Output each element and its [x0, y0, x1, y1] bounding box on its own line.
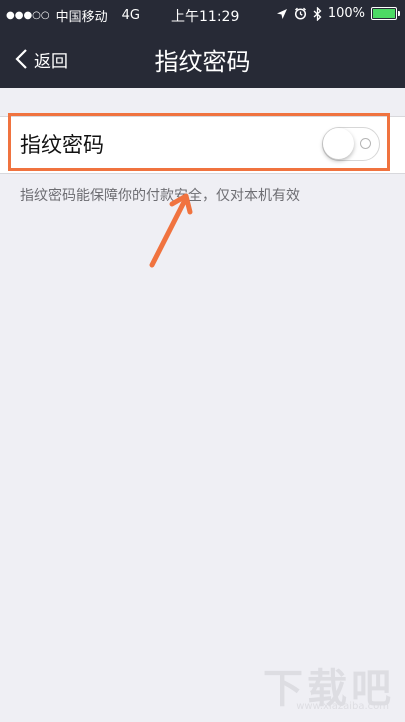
status-bar: ●●●○○ 中国移动 4G 上午11:29 100%: [0, 0, 405, 30]
battery-level: [373, 9, 395, 18]
carrier-name: 中国移动: [55, 10, 108, 25]
status-left: ●●●○○ 中国移动 4G: [6, 6, 140, 25]
fingerprint-password-label: 指纹密码: [20, 133, 104, 157]
battery-icon: [371, 7, 400, 20]
watermark-logo: 下载吧 www.xiazaiba.com: [245, 656, 395, 712]
status-right: 100%: [276, 6, 400, 21]
clock: 上午11:29: [171, 9, 240, 25]
battery-percent: 100%: [327, 6, 365, 21]
page-title: 指纹密码: [154, 48, 251, 76]
top-bar: ●●●○○ 中国移动 4G 上午11:29 100% 返回 指纹密码: [0, 0, 405, 88]
annotation-arrow-icon: [149, 193, 193, 268]
toggle-knob: [323, 128, 354, 159]
signal-strength-icon: ●●●○○: [6, 10, 50, 21]
alarm-icon: [294, 7, 306, 20]
network-type: 4G: [121, 8, 141, 23]
location-icon: [276, 8, 287, 19]
fingerprint-password-toggle[interactable]: [322, 127, 380, 161]
navigation-bar: 返回 指纹密码: [0, 30, 405, 88]
watermark-url: www.xiazaiba.com: [296, 701, 389, 712]
toggle-off-indicator-icon: [360, 138, 371, 149]
bluetooth-icon: [313, 6, 322, 21]
